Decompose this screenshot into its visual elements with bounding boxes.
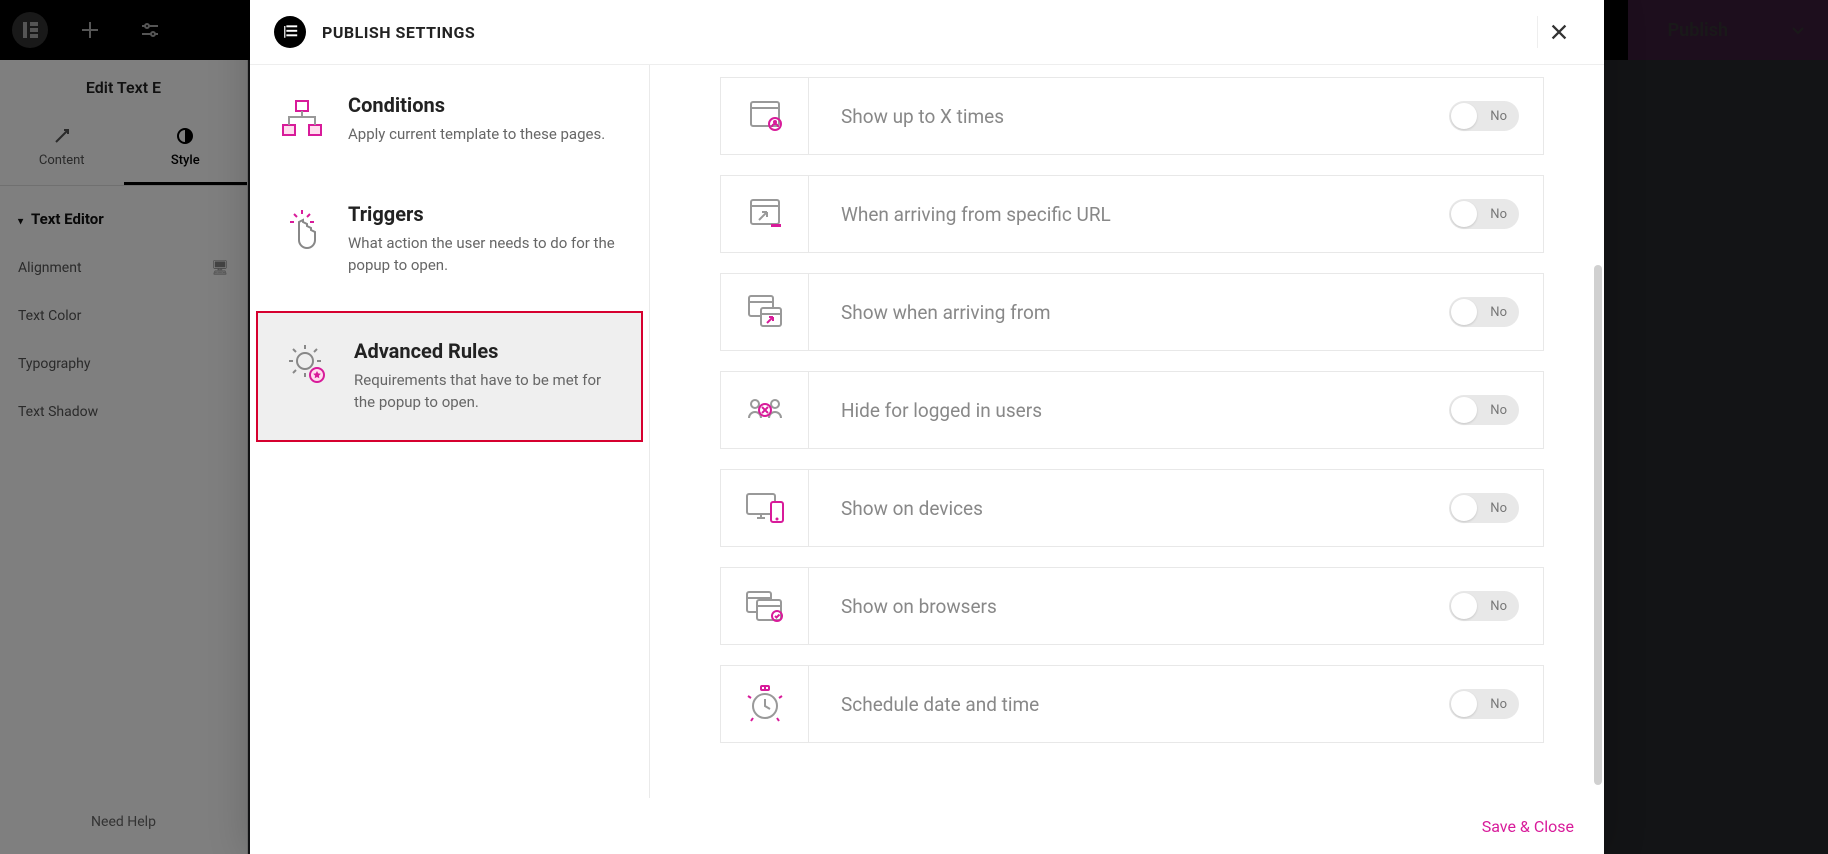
modal-footer: Save & Close bbox=[250, 798, 1604, 854]
rule-browsers: Show on browsers No bbox=[720, 567, 1544, 645]
rule-label: Show on devices bbox=[809, 497, 1425, 520]
nav-conditions[interactable]: Conditions Apply current template to the… bbox=[250, 65, 649, 174]
modal-title: PUBLISH SETTINGS bbox=[322, 23, 475, 42]
publish-settings-modal: |☰ PUBLISH SETTINGS Conditions Apply cur… bbox=[250, 0, 1604, 854]
nav-conditions-title: Conditions bbox=[348, 93, 605, 117]
nav-triggers[interactable]: Triggers What action the user needs to d… bbox=[250, 174, 649, 305]
toggle-value: No bbox=[1490, 599, 1507, 614]
rule-toggle[interactable]: No bbox=[1449, 493, 1519, 523]
toggle-value: No bbox=[1490, 697, 1507, 712]
toggle-value: No bbox=[1490, 109, 1507, 124]
advanced-rules-icon bbox=[280, 339, 336, 389]
rule-label: Show up to X times bbox=[809, 105, 1425, 128]
rule-arrive-from: Show when arriving from No bbox=[720, 273, 1544, 351]
rule-toggle[interactable]: No bbox=[1449, 689, 1519, 719]
schedule-icon bbox=[721, 666, 809, 742]
nav-advanced-desc: Requirements that have to be met for the… bbox=[354, 369, 619, 414]
rule-label: Show on browsers bbox=[809, 595, 1425, 618]
nav-conditions-desc: Apply current template to these pages. bbox=[348, 123, 605, 146]
nav-triggers-desc: What action the user needs to do for the… bbox=[348, 232, 625, 277]
rule-toggle[interactable]: No bbox=[1449, 199, 1519, 229]
rule-label: When arriving from specific URL bbox=[809, 203, 1425, 226]
close-button[interactable] bbox=[1537, 16, 1580, 48]
arrive-url-icon bbox=[721, 176, 809, 252]
toggle-value: No bbox=[1490, 207, 1507, 222]
toggle-value: No bbox=[1490, 305, 1507, 320]
rule-toggle[interactable]: No bbox=[1449, 297, 1519, 327]
toggle-value: No bbox=[1490, 501, 1507, 516]
conditions-icon bbox=[274, 93, 330, 143]
rule-devices: Show on devices No bbox=[720, 469, 1544, 547]
nav-advanced-rules[interactable]: Advanced Rules Requirements that have to… bbox=[256, 311, 643, 442]
browsers-icon bbox=[721, 568, 809, 644]
nav-triggers-title: Triggers bbox=[348, 202, 625, 226]
show-x-times-icon bbox=[721, 78, 809, 154]
nav-advanced-title: Advanced Rules bbox=[354, 339, 619, 363]
rule-label: Show when arriving from bbox=[809, 301, 1425, 324]
rule-toggle[interactable]: No bbox=[1449, 591, 1519, 621]
arrive-from-icon bbox=[721, 274, 809, 350]
rule-schedule: Schedule date and time No bbox=[720, 665, 1544, 743]
rule-toggle[interactable]: No bbox=[1449, 395, 1519, 425]
modal-nav: Conditions Apply current template to the… bbox=[250, 65, 650, 798]
triggers-icon bbox=[274, 202, 330, 258]
close-icon bbox=[1548, 21, 1570, 43]
devices-icon bbox=[721, 470, 809, 546]
modal-content: Show up to X times No When arriving from… bbox=[650, 65, 1604, 798]
save-and-close-button[interactable]: Save & Close bbox=[1482, 817, 1574, 836]
rule-label: Schedule date and time bbox=[809, 693, 1425, 716]
rule-arrive-url: When arriving from specific URL No bbox=[720, 175, 1544, 253]
rule-toggle[interactable]: No bbox=[1449, 101, 1519, 131]
scrollbar-track bbox=[1594, 265, 1602, 738]
modal-header: |☰ PUBLISH SETTINGS bbox=[250, 0, 1604, 65]
rule-hide-logged-in: Hide for logged in users No bbox=[720, 371, 1544, 449]
rule-label: Hide for logged in users bbox=[809, 399, 1425, 422]
hide-logged-in-icon bbox=[721, 372, 809, 448]
toggle-value: No bbox=[1490, 403, 1507, 418]
rule-show-x-times: Show up to X times No bbox=[720, 77, 1544, 155]
scrollbar-thumb[interactable] bbox=[1594, 265, 1602, 785]
elementor-logo-icon: |☰ bbox=[274, 16, 306, 48]
modal-body: Conditions Apply current template to the… bbox=[250, 65, 1604, 798]
